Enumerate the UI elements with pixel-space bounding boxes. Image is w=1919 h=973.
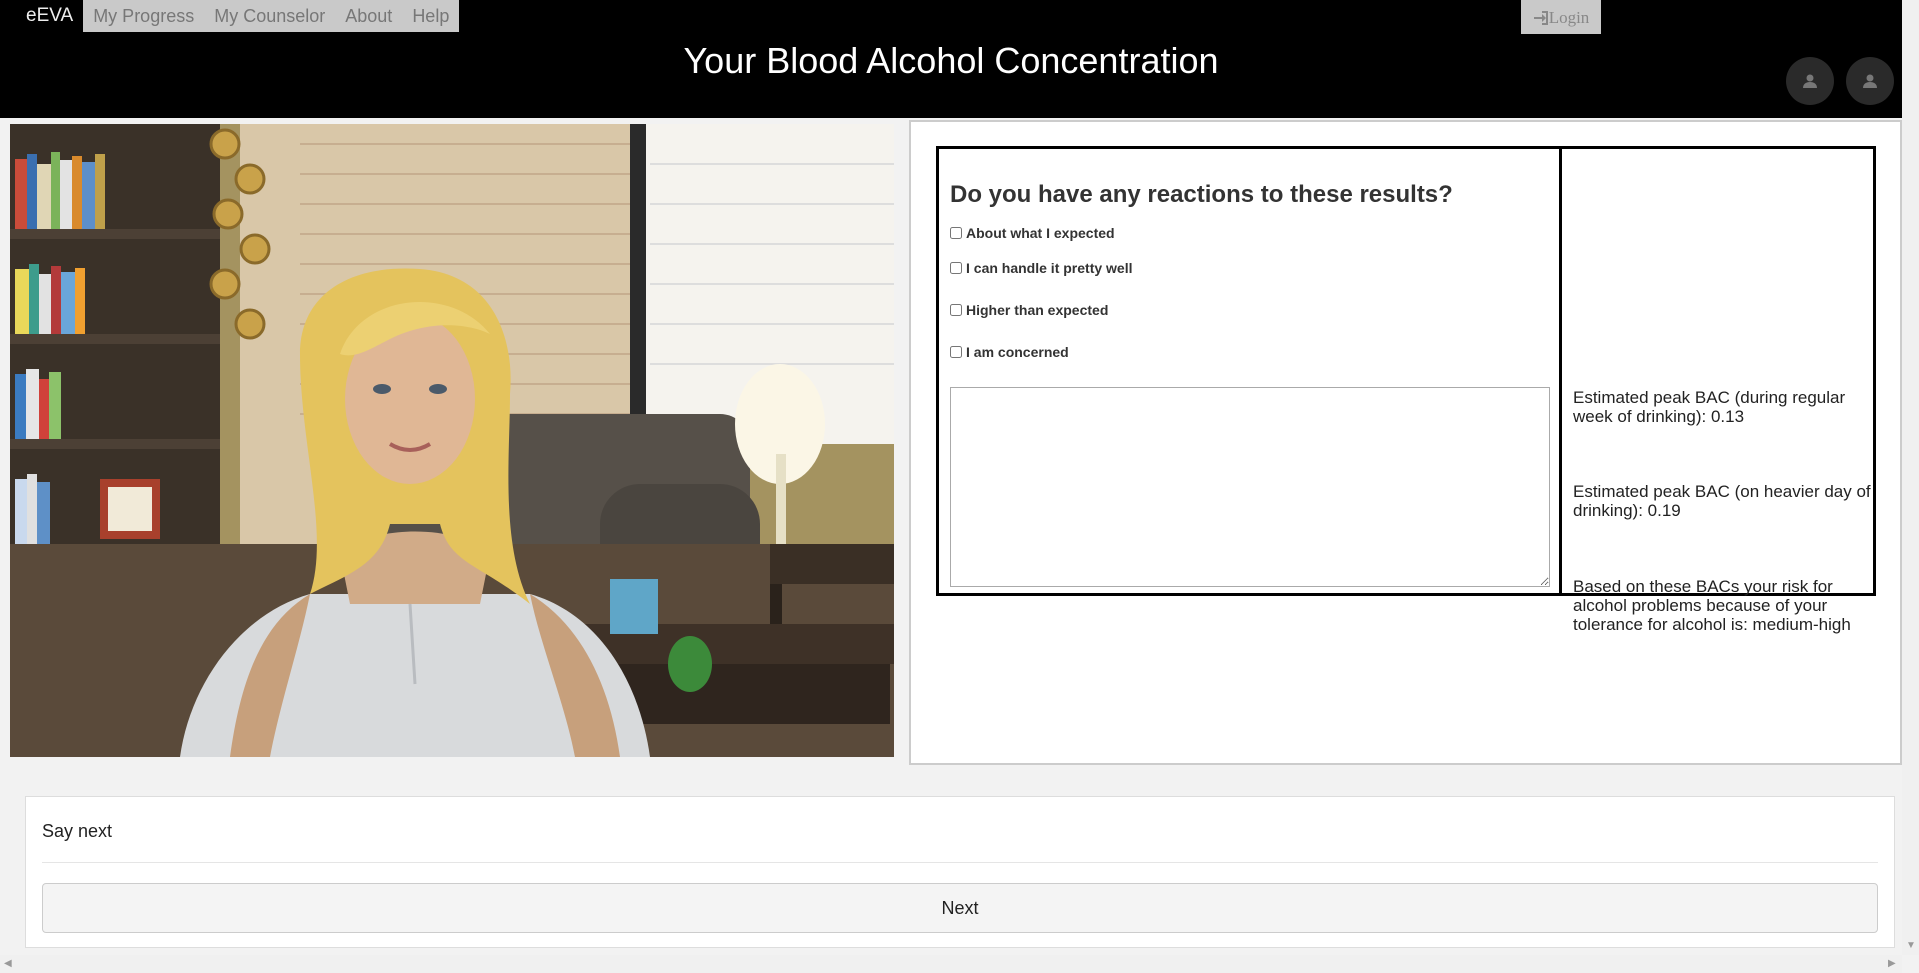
user-avatar-1[interactable]	[1786, 57, 1834, 105]
option-about-expected[interactable]: About what I expected	[950, 219, 1559, 247]
login-icon	[1533, 11, 1548, 25]
bac-risk-level: Based on these BACs your risk for alcoho…	[1573, 577, 1851, 634]
reaction-table: Do you have any reactions to these resul…	[936, 146, 1876, 634]
reaction-response-textarea[interactable]	[950, 387, 1550, 587]
vertical-scrollbar[interactable]: ▼	[1902, 0, 1919, 955]
horizontal-scrollbar[interactable]: ◀ ▶	[0, 955, 1902, 973]
nav-about[interactable]: About	[335, 0, 402, 32]
counselor-avatar-scene	[10, 124, 894, 757]
nav-help[interactable]: Help	[402, 0, 459, 32]
peak-bac-regular: Estimated peak BAC (during regular week …	[1573, 388, 1846, 426]
login-label: Login	[1548, 8, 1590, 27]
reaction-question: Do you have any reactions to these resul…	[950, 181, 1453, 208]
prompt-panel: Say next Next	[25, 796, 1895, 948]
checkbox-handle-well[interactable]	[950, 262, 962, 274]
scroll-left-arrow-icon[interactable]: ◀	[4, 958, 12, 969]
option-concerned[interactable]: I am concerned	[950, 331, 1559, 373]
option-label: I can handle it pretty well	[966, 260, 1133, 276]
option-label: About what I expected	[966, 225, 1115, 241]
checkbox-concerned[interactable]	[950, 346, 962, 358]
option-label: I am concerned	[966, 344, 1069, 360]
option-handle-well[interactable]: I can handle it pretty well	[950, 247, 1559, 289]
next-button[interactable]: Next	[42, 883, 1878, 933]
peak-bac-heavier: Estimated peak BAC (on heavier day of dr…	[1573, 482, 1871, 520]
user-icon	[1803, 74, 1817, 88]
checkbox-higher-than-expected[interactable]	[950, 304, 962, 316]
checkbox-about-expected[interactable]	[950, 227, 962, 239]
say-prompt: Say next	[42, 821, 113, 841]
login-button[interactable]: Login	[1521, 0, 1601, 34]
option-label: Higher than expected	[966, 302, 1109, 318]
scroll-right-arrow-icon[interactable]: ▶	[1888, 958, 1896, 969]
user-avatar-2[interactable]	[1846, 57, 1894, 105]
divider	[42, 862, 1878, 863]
reaction-question-cell: Do you have any reactions to these resul…	[939, 149, 1562, 593]
nav-links: My Progress My Counselor About Help	[83, 0, 460, 32]
brand-link[interactable]: eEVA	[0, 0, 84, 32]
top-header: eEVA My Progress My Counselor About Help…	[0, 0, 1902, 118]
page-title: Your Blood Alcohol Concentration	[683, 40, 1219, 81]
nav-my-progress[interactable]: My Progress	[83, 0, 204, 32]
option-higher-than-expected[interactable]: Higher than expected	[950, 289, 1559, 331]
scroll-down-arrow-icon[interactable]: ▼	[1906, 940, 1916, 951]
bac-results-cell: Estimated peak BAC (during regular week …	[1562, 149, 1873, 634]
nav-my-counselor[interactable]: My Counselor	[204, 0, 335, 32]
navbar: eEVA My Progress My Counselor About Help	[0, 0, 460, 32]
user-icon	[1863, 74, 1877, 88]
